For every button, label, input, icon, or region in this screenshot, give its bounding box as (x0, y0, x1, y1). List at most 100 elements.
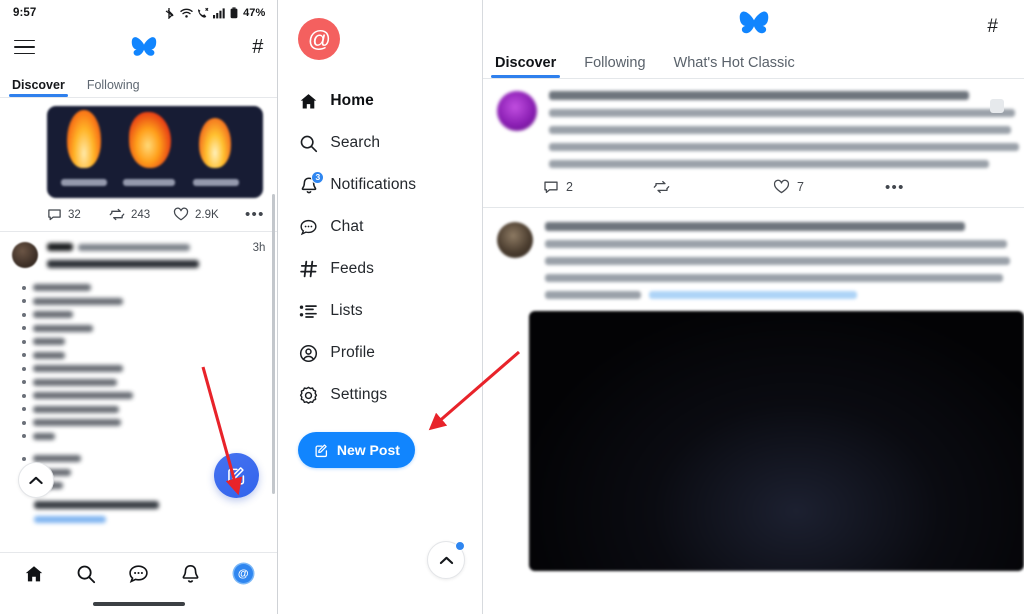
post-text-line (545, 291, 641, 299)
hash-icon[interactable]: # (252, 37, 263, 57)
list-item (22, 405, 277, 413)
repost-action[interactable]: 243 (109, 207, 173, 222)
phone-bottom-nav: @ (0, 552, 278, 594)
post-image-card[interactable] (47, 106, 264, 198)
list-item (22, 297, 277, 305)
home-icon (298, 91, 319, 112)
hash-icon (298, 259, 319, 280)
battery-icon (230, 7, 238, 19)
gesture-bar (0, 594, 277, 614)
desktop-header: # (483, 0, 1024, 46)
repost-action[interactable] (653, 179, 773, 195)
list-item (22, 432, 277, 440)
more-icon[interactable]: ••• (245, 207, 265, 222)
avatar[interactable] (497, 91, 537, 131)
sidebar-item-notifications[interactable]: 3 Notifications (278, 164, 482, 206)
hamburger-icon[interactable] (14, 39, 35, 55)
new-post-button[interactable]: New Post (298, 432, 416, 468)
like-count: 7 (797, 180, 804, 194)
comment-icon (544, 181, 558, 194)
drawer-panel: @ Home Search 3 Notifications Chat Feeds… (278, 0, 483, 614)
repost-count: 243 (131, 208, 151, 221)
tab-whats-hot-classic-label: What's Hot Classic (673, 55, 795, 71)
sidebar-item-label: Profile (330, 344, 376, 361)
nav-notifications[interactable] (173, 556, 209, 592)
nav-account[interactable]: @ (225, 556, 261, 592)
more-icon[interactable]: ••• (885, 180, 905, 195)
sidebar-item-feeds[interactable]: Feeds (278, 248, 482, 290)
comment-action[interactable]: 2 (543, 179, 653, 195)
avatar[interactable] (12, 242, 38, 268)
sidebar-item-lists[interactable]: Lists (278, 290, 482, 332)
compose-fab[interactable] (214, 453, 260, 498)
drawer-avatar[interactable]: @ (298, 18, 341, 60)
chat-icon (129, 564, 148, 583)
list-item (22, 365, 277, 372)
post-more-icon[interactable] (990, 99, 1004, 113)
tab-following-label: Following (584, 55, 646, 71)
list-item (22, 351, 277, 359)
nav-search[interactable] (68, 556, 104, 592)
sidebar-item-label: Feeds (330, 260, 374, 277)
sidebar-item-chat[interactable]: Chat (278, 206, 482, 248)
tab-following-label: Following (86, 78, 140, 92)
comment-action[interactable]: 32 (47, 207, 109, 222)
list-item (22, 311, 277, 318)
bell-icon (182, 564, 199, 583)
tab-following[interactable]: Following (584, 55, 645, 78)
sidebar-item-label: Home (330, 92, 374, 109)
post-body (549, 91, 1019, 168)
scroll-to-top-button[interactable] (18, 462, 54, 498)
tab-discover[interactable]: Discover (9, 78, 68, 97)
sidebar-item-label: Settings (330, 386, 388, 403)
sidebar-item-search[interactable]: Search (278, 122, 482, 164)
bluetooth-icon (165, 8, 174, 19)
status-bar: 9:57 47% (0, 0, 277, 26)
screenshot-root: 9:57 47% # Discover Following 32 243 2.9… (0, 0, 1024, 614)
profile-icon (298, 343, 319, 364)
drawer-scroll-to-top-button[interactable] (427, 541, 465, 579)
tab-whats-hot-classic[interactable]: What's Hot Classic (674, 55, 795, 78)
phone-feed[interactable]: 32 243 2.9K ••• 3h (0, 98, 278, 552)
scrollbar[interactable] (272, 194, 276, 494)
post-meta: 3h (47, 242, 265, 254)
avatar-glyph: @ (307, 25, 332, 52)
feed-post[interactable]: 3h (0, 232, 277, 272)
nav-chat[interactable] (121, 556, 157, 592)
post-text-line (549, 109, 1015, 117)
desktop-post[interactable] (483, 79, 1024, 168)
tab-discover[interactable]: Discover (490, 55, 561, 78)
post-tail-text (34, 501, 277, 523)
sidebar-item-home[interactable]: Home (278, 80, 482, 122)
tab-following[interactable]: Following (87, 78, 140, 97)
phone-app-header: # (0, 26, 277, 68)
like-action[interactable]: 7 (773, 179, 885, 195)
phone-panel: 9:57 47% # Discover Following 32 243 2.9… (0, 0, 279, 614)
list-item (22, 378, 277, 386)
post-hashtag-link[interactable] (34, 516, 106, 523)
post-author-line (549, 91, 969, 100)
compose-icon (228, 467, 245, 485)
comment-count: 32 (68, 208, 81, 221)
hash-icon[interactable]: # (987, 16, 998, 38)
like-icon (173, 207, 189, 221)
post-author-handle (78, 243, 190, 251)
butterfly-logo (739, 11, 768, 34)
post-media-embed[interactable] (529, 311, 1024, 571)
like-action[interactable]: 2.9K (173, 207, 245, 222)
nav-home[interactable] (16, 556, 52, 592)
avatar[interactable] (497, 222, 533, 258)
post-text-line (549, 126, 1011, 134)
list-item (22, 419, 277, 426)
desktop-post[interactable] (483, 208, 1024, 299)
repost-icon (653, 180, 670, 194)
comment-icon (48, 209, 61, 221)
sidebar-item-profile[interactable]: Profile (278, 332, 482, 374)
tab-discover-label: Discover (495, 55, 557, 71)
sidebar-item-settings[interactable]: Settings (278, 374, 482, 416)
signal-icon (213, 8, 225, 19)
post-link[interactable] (649, 291, 857, 299)
post-text (47, 260, 199, 268)
list-item (22, 392, 277, 399)
sidebar-item-label: Notifications (330, 176, 417, 193)
